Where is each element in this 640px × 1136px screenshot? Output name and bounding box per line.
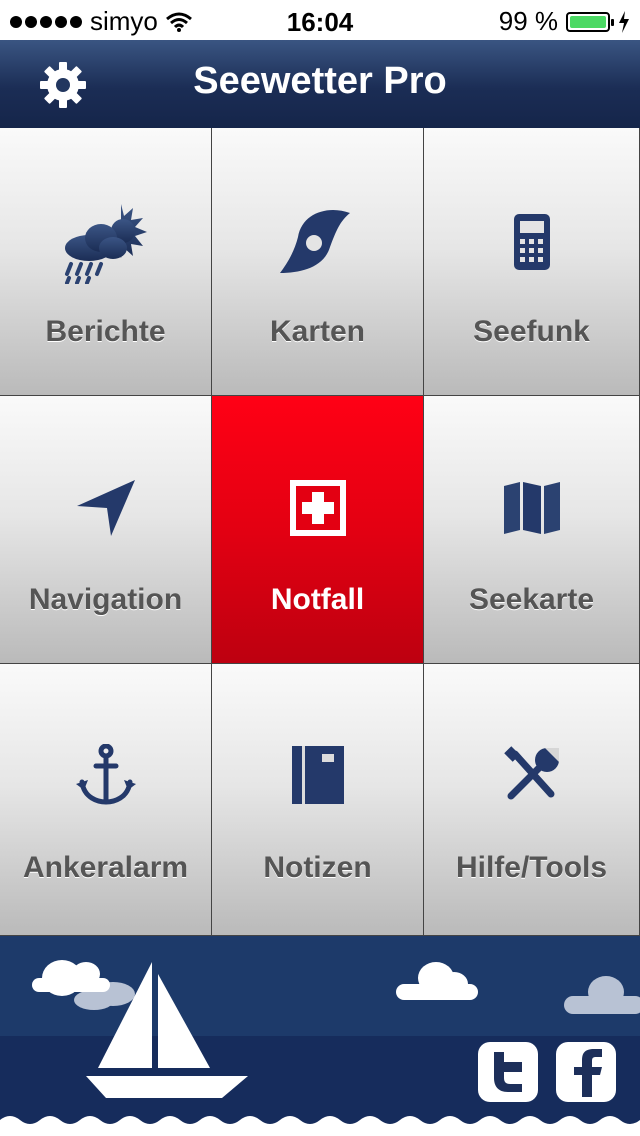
tile-label: Seekarte (468, 583, 595, 616)
sailboat-icon (86, 962, 248, 1098)
tile-hilfe-tools[interactable]: Hilfe/Tools (424, 664, 640, 936)
battery-percent: 99 % (498, 6, 558, 36)
page-title: Seewetter Pro (193, 60, 447, 102)
tile-notizen[interactable]: Notizen (212, 664, 424, 936)
tile-label: Notfall (270, 583, 365, 616)
facebook-icon (574, 1049, 602, 1097)
tile-ankeralarm[interactable]: Ankeralarm (0, 664, 212, 936)
status-bar: simyo 16:04 99 % (0, 0, 640, 40)
twitter-icon (494, 1052, 522, 1092)
menu-grid: Berichte Karten Seefunk Navigation Notfa… (0, 128, 640, 936)
tile-seekarte[interactable]: Seekarte (424, 396, 640, 664)
first-aid-icon (289, 480, 346, 536)
radio-icon (513, 214, 550, 270)
tile-navigation[interactable]: Navigation (0, 396, 212, 664)
anchor-icon (75, 744, 136, 805)
hurricane-icon (279, 210, 350, 273)
tile-label: Karten (269, 315, 366, 348)
nav-bar: Seewetter Pro (0, 40, 640, 128)
tile-berichte[interactable]: Berichte (0, 128, 212, 396)
charging-bolt-icon (619, 10, 629, 33)
weather-icon (64, 204, 147, 284)
facebook-button[interactable] (556, 1042, 616, 1102)
tile-label: Notizen (263, 851, 372, 884)
battery-icon (566, 11, 614, 32)
tile-label: Hilfe/Tools (455, 851, 608, 884)
tile-label: Navigation (28, 583, 183, 616)
tile-notfall[interactable]: Notfall (212, 396, 424, 664)
tile-label: Seefunk (473, 315, 590, 348)
map-icon (503, 482, 560, 534)
tile-karten[interactable]: Karten (212, 128, 424, 396)
cloud-icon (564, 976, 640, 1014)
twitter-button[interactable] (478, 1042, 538, 1102)
footer-scene (0, 936, 640, 1136)
waves (0, 1116, 640, 1136)
cloud-icon (396, 962, 478, 1000)
notebook-icon (291, 746, 344, 804)
tile-label: Ankeralarm (22, 851, 189, 884)
navigation-arrow-icon (76, 480, 135, 536)
status-right: 99 % (499, 6, 630, 37)
tile-label: Berichte (45, 315, 166, 348)
tools-icon (503, 746, 559, 800)
tile-seefunk[interactable]: Seefunk (424, 128, 640, 396)
